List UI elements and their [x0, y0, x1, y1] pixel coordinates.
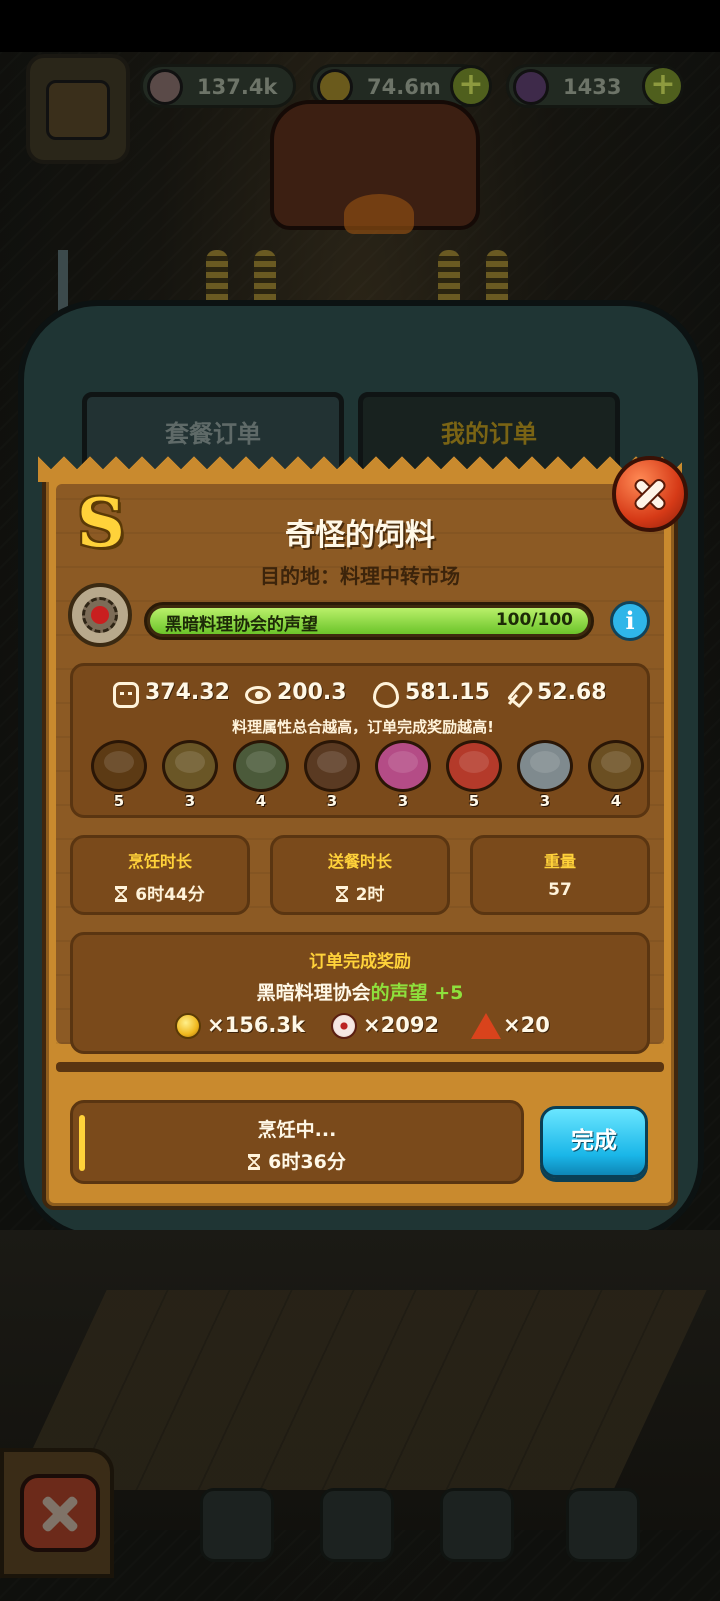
dish-icon [91, 740, 147, 792]
order-title: 奇怪的饲料 [285, 518, 435, 553]
dish-item[interactable]: 5 [442, 736, 506, 816]
reward-rep-amount: +5 [434, 982, 464, 1004]
dish-icon [375, 740, 431, 792]
eyeball-reward-value: ×2092 [363, 1013, 440, 1037]
dish-icon [517, 740, 573, 792]
dish-quantity: 3 [184, 792, 196, 810]
cook-time-label: 烹饪时长 [127, 852, 192, 871]
close-dialog-button[interactable] [612, 456, 688, 532]
reputation-value: 100/100 [495, 610, 573, 630]
dish-quantity: 5 [113, 792, 125, 810]
dish-item[interactable]: 4 [584, 736, 648, 816]
appearance-value: 200.3 [277, 680, 347, 705]
fire-icon [344, 194, 414, 234]
bottom-dock [0, 1448, 720, 1601]
cooking-state: 烹饪中... [257, 1119, 337, 1141]
weight-label: 重量 [543, 852, 576, 871]
eyeball-icon [331, 1013, 357, 1039]
info-button[interactable]: i [610, 601, 650, 641]
reputation-progress-bar: 黑暗料理协会的声望 100/100 [144, 602, 594, 640]
texture-value: 374.32 [145, 680, 230, 705]
stats-hint: 料理属性总合越高，订单完成奖励越高! [232, 718, 494, 736]
dish-item[interactable]: 3 [300, 736, 364, 816]
delivery-time-card: 送餐时长 2时 [270, 835, 450, 915]
cook-time-card: 烹饪时长 6时44分 [70, 835, 250, 915]
dish-quantity: 4 [255, 792, 267, 810]
reward-guild-name: 黑暗料理协会 [256, 982, 371, 1004]
shard-reward-value: ×20 [503, 1013, 550, 1037]
coin-count: 74.6m [367, 75, 441, 99]
eyeball-count: 137.4k [197, 75, 278, 99]
dish-quantity: 4 [610, 792, 622, 810]
weight-value: 57 [548, 880, 572, 900]
complete-button[interactable]: 完成 [540, 1106, 648, 1178]
dish-quantity: 5 [468, 792, 480, 810]
delivery-time-label: 送餐时长 [327, 852, 392, 871]
dish-item[interactable]: 3 [158, 736, 222, 816]
dish-item[interactable]: 3 [513, 736, 577, 816]
delivery-time-value: 2时 [355, 885, 385, 905]
money-bag-icon[interactable] [440, 1488, 514, 1562]
rewards-title: 订单完成奖励 [309, 952, 411, 972]
texture-icon [113, 682, 139, 708]
dish-quantity: 3 [539, 792, 551, 810]
potion-count: 1433 [563, 75, 622, 99]
dish-list: 5 3 4 3 3 5 3 4 [87, 736, 644, 816]
reward-rep-suffix: 的声望 [370, 982, 428, 1004]
potion-icon [513, 69, 549, 105]
dock-item[interactable] [200, 1488, 274, 1562]
dish-stats-panel: 374.32 200.3 581.15 52.68 料理属性总合越高，订单完成奖… [70, 663, 650, 818]
coin-reward-value: ×156.3k [207, 1013, 305, 1037]
dish-icon [162, 740, 218, 792]
technique-value: 52.68 [537, 680, 607, 705]
cooking-machine [270, 100, 480, 234]
status-bar [0, 0, 720, 52]
dish-icon [446, 740, 502, 792]
add-coins-button[interactable]: + [450, 65, 492, 107]
dish-icon [233, 740, 289, 792]
eyeball-icon [147, 69, 183, 105]
reputation-label: 黑暗料理协会的声望 [165, 615, 318, 635]
weight-card: 重量 57 [470, 835, 650, 915]
hourglass-icon [335, 886, 348, 902]
dish-quantity: 3 [326, 792, 338, 810]
rank-badge: S [77, 484, 125, 562]
eyeball-counter: 137.4k [140, 64, 296, 108]
order-destination: 目的地：料理中转市场 [260, 564, 460, 588]
flame-icon [373, 682, 399, 708]
hourglass-icon [248, 1154, 261, 1170]
coin-icon [175, 1013, 201, 1039]
dock-close [0, 1448, 114, 1578]
cook-time-value: 6时44分 [135, 885, 205, 905]
storage-icon[interactable] [566, 1488, 640, 1562]
knife-icon [505, 682, 531, 708]
hourglass-icon [115, 886, 128, 902]
dish-icon [588, 740, 644, 792]
game-screen: 137.4k 74.6m + 1433 + 套餐订单 我的订单 S 奇怪的饲料 … [0, 0, 720, 1601]
crown-icon [46, 80, 110, 140]
cooking-remaining: 6时36分 [268, 1151, 346, 1173]
add-potions-button[interactable]: + [642, 65, 684, 107]
recipe-book-icon[interactable] [320, 1488, 394, 1562]
eye-icon [245, 686, 271, 704]
close-icon [633, 477, 667, 511]
dish-quantity: 3 [397, 792, 409, 810]
guild-emblem-icon [68, 583, 132, 647]
divider [56, 1062, 664, 1072]
order-rewards-panel: 订单完成奖励 黑暗料理协会的声望 +5 ×156.3k ×2092 ×20 [70, 932, 650, 1054]
shard-icon [471, 1013, 501, 1039]
cooking-status: 烹饪中... 6时36分 [70, 1100, 524, 1184]
dish-item[interactable]: 3 [371, 736, 435, 816]
reputation-reward: 黑暗料理协会的声望 +5 [73, 978, 647, 1005]
close-icon[interactable] [20, 1474, 100, 1552]
dish-item[interactable]: 4 [229, 736, 293, 816]
player-avatar[interactable] [26, 54, 130, 164]
heat-value: 581.15 [405, 680, 490, 705]
dish-item[interactable]: 5 [87, 736, 151, 816]
dish-icon [304, 740, 360, 792]
